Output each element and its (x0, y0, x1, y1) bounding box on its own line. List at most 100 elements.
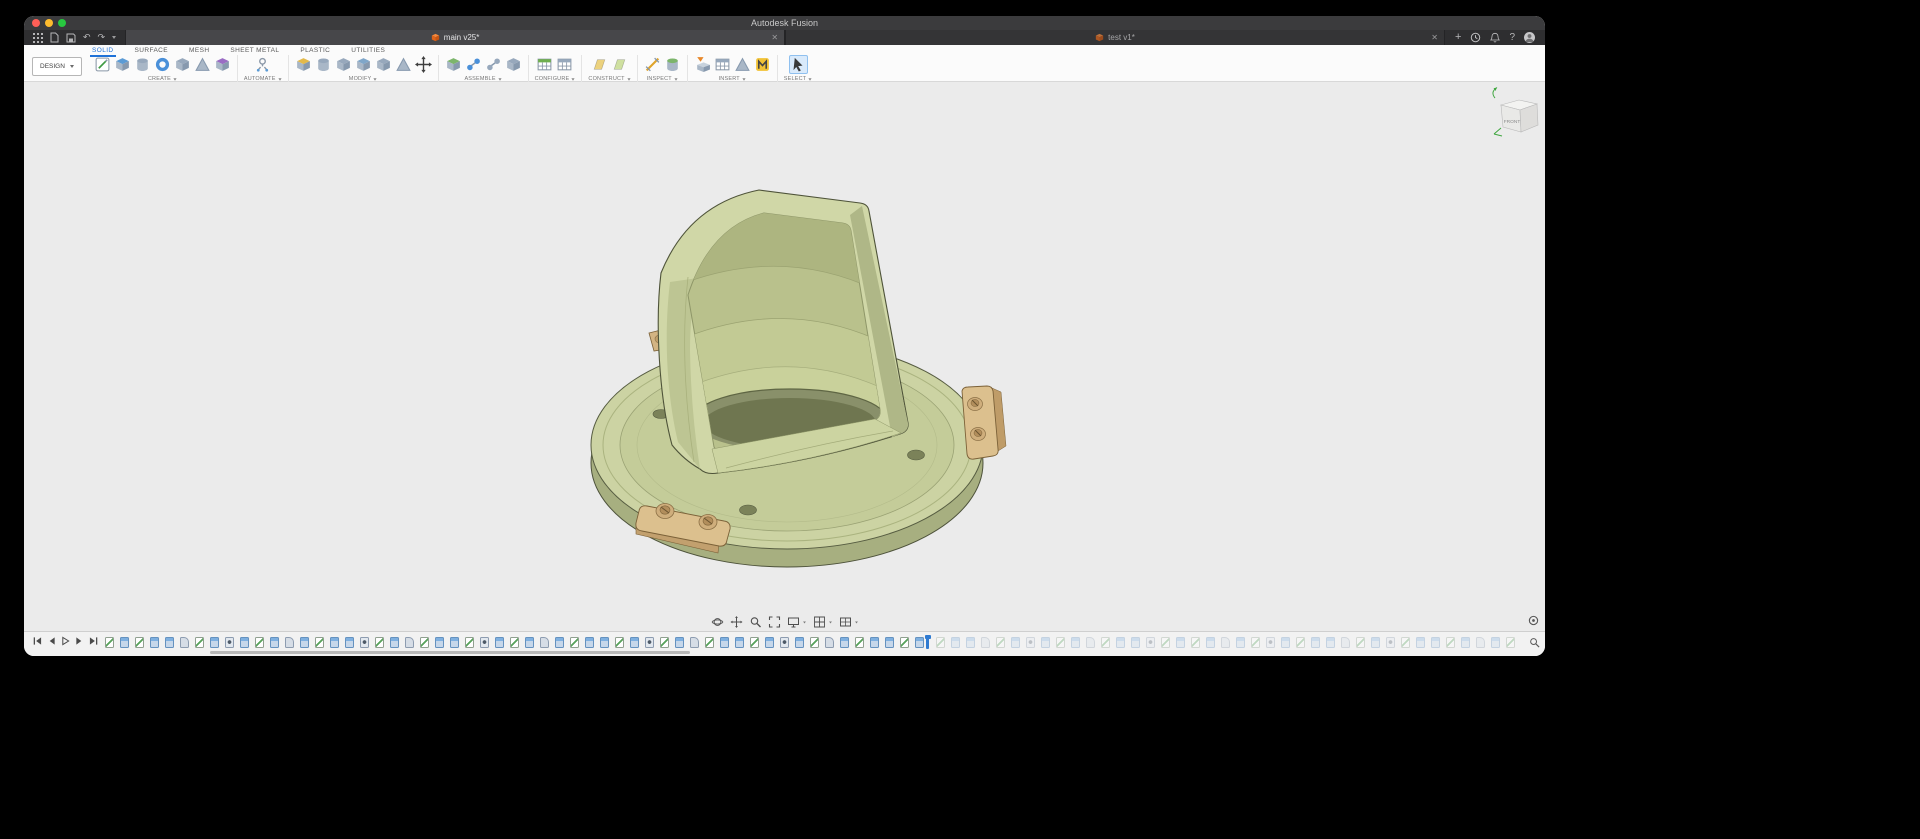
timeline-feature-sketch[interactable] (315, 637, 324, 648)
timeline-feature-hole[interactable] (780, 637, 789, 648)
timeline-feature-sketch[interactable] (855, 637, 864, 648)
timeline-feature-sketch[interactable] (420, 637, 429, 648)
primitive-box-icon[interactable] (214, 56, 231, 73)
timeline-feature-sketch[interactable] (810, 637, 819, 648)
timeline-feature-sketch[interactable] (1056, 637, 1065, 648)
timeline-feature-sketch[interactable] (510, 637, 519, 648)
create-sketch-icon[interactable] (94, 56, 111, 73)
grid-settings-caret[interactable] (829, 621, 832, 623)
timeline-feature-extrude[interactable] (1281, 637, 1290, 648)
move-icon[interactable] (415, 56, 432, 73)
timeline-feature-hole[interactable] (645, 637, 654, 648)
timeline-feature-extrude[interactable] (270, 637, 279, 648)
timeline-zoom-icon[interactable] (1529, 637, 1540, 648)
shell-icon[interactable] (335, 56, 352, 73)
ribbon-tab-solid[interactable]: SOLID (90, 46, 116, 56)
timeline-feature-extrude[interactable] (1326, 637, 1335, 648)
select-cursor-icon[interactable] (790, 56, 807, 73)
ribbon-tab-mesh[interactable]: MESH (187, 46, 211, 56)
timeline-feature-extrude[interactable] (870, 637, 879, 648)
canvas-corner-icon[interactable] (1528, 615, 1539, 626)
timeline-feature-sketch[interactable] (375, 637, 384, 648)
timeline-feature-hole[interactable] (1386, 637, 1395, 648)
timeline-feature-sketch[interactable] (1101, 637, 1110, 648)
insert-derive-icon[interactable] (694, 56, 711, 73)
timeline-step-forward-icon[interactable] (75, 636, 84, 646)
timeline-feature-extrude[interactable] (720, 637, 729, 648)
timeline-feature-sketch[interactable] (1401, 637, 1410, 648)
save-icon[interactable] (66, 33, 76, 43)
timeline-feature-sketch[interactable] (705, 637, 714, 648)
timeline-feature-sketch[interactable] (135, 637, 144, 648)
timeline-feature-extrude[interactable] (435, 637, 444, 648)
timeline-feature-sketch[interactable] (1161, 637, 1170, 648)
timeline-feature-extrude[interactable] (210, 637, 219, 648)
viewcube-front-label[interactable]: FRONT (1504, 119, 1521, 125)
timeline-feature-extrude[interactable] (1236, 637, 1245, 648)
minimize-window-button[interactable] (45, 19, 53, 27)
zoom-icon[interactable] (749, 616, 761, 628)
zoom-window-button[interactable] (58, 19, 66, 27)
timeline-feature-extrude[interactable] (450, 637, 459, 648)
split-body-icon[interactable] (395, 56, 412, 73)
display-settings-icon[interactable] (787, 616, 799, 628)
viewports-caret[interactable] (855, 621, 858, 623)
timeline-feature-extrude[interactable] (1311, 637, 1320, 648)
timeline-feature-hole[interactable] (1026, 637, 1035, 648)
timeline-play-icon[interactable] (61, 636, 70, 646)
timeline-feature-sketch[interactable] (750, 637, 759, 648)
app-grid-icon[interactable] (33, 33, 43, 43)
timeline-feature-extrude[interactable] (150, 637, 159, 648)
model-tower[interactable] (658, 190, 908, 474)
timeline-feature-extrude[interactable] (240, 637, 249, 648)
new-tab-icon[interactable]: + (1455, 32, 1461, 43)
sweep-icon[interactable] (154, 56, 171, 73)
new-component-icon[interactable] (445, 56, 462, 73)
timeline-feature-extrude[interactable] (1461, 637, 1470, 648)
timeline-feature-sketch[interactable] (1191, 637, 1200, 648)
timeline-feature-extrude[interactable] (1041, 637, 1050, 648)
press-pull-icon[interactable] (295, 56, 312, 73)
document-tab-test[interactable]: test v1* ✕ (785, 30, 1445, 45)
ribbon-tab-sheet-metal[interactable]: SHEET METAL (228, 46, 281, 56)
timeline-feature-sketch[interactable] (570, 637, 579, 648)
loft-icon[interactable] (174, 56, 191, 73)
timeline-feature-fillet[interactable] (180, 637, 189, 648)
timeline-step-back-icon[interactable] (47, 636, 56, 646)
viewport-canvas[interactable]: FRONT (24, 82, 1545, 631)
timeline-feature-extrude[interactable] (1071, 637, 1080, 648)
offset-face-icon[interactable] (375, 56, 392, 73)
undo-icon[interactable]: ↶ (83, 33, 91, 42)
timeline-feature-fillet[interactable] (981, 637, 990, 648)
timeline-feature-hole[interactable] (1146, 637, 1155, 648)
grid-settings-icon[interactable] (813, 616, 825, 628)
timeline-feature-extrude[interactable] (1131, 637, 1140, 648)
timeline-skip-start-icon[interactable] (33, 636, 42, 646)
timeline-feature-sketch[interactable] (195, 637, 204, 648)
timeline-feature-extrude[interactable] (1416, 637, 1425, 648)
timeline-feature-extrude[interactable] (735, 637, 744, 648)
timeline-feature-sketch[interactable] (1296, 637, 1305, 648)
notifications-bell-icon[interactable] (1490, 32, 1500, 43)
timeline-feature-sketch[interactable] (1251, 637, 1260, 648)
redo-dropdown-caret[interactable] (112, 36, 116, 39)
timeline-feature-extrude[interactable] (1206, 637, 1215, 648)
ribbon-tab-plastic[interactable]: PLASTIC (298, 46, 332, 56)
timeline-feature-extrude[interactable] (630, 637, 639, 648)
combine-icon[interactable] (355, 56, 372, 73)
timeline-feature-sketch[interactable] (1446, 637, 1455, 648)
pyramid-icon[interactable] (194, 56, 211, 73)
timeline-feature-sketch[interactable] (1506, 637, 1515, 648)
timeline-feature-extrude[interactable] (765, 637, 774, 648)
automate-bot-icon[interactable] (254, 56, 271, 73)
timeline-feature-extrude[interactable] (1116, 637, 1125, 648)
timeline-track[interactable] (105, 635, 1523, 649)
timeline-feature-fillet[interactable] (825, 637, 834, 648)
fit-view-icon[interactable] (768, 616, 780, 628)
timeline-feature-extrude[interactable] (165, 637, 174, 648)
joint-icon[interactable] (465, 56, 482, 73)
construct-plane-icon[interactable] (591, 56, 608, 73)
viewcube[interactable]: FRONT (1493, 88, 1538, 137)
timeline-feature-fillet[interactable] (540, 637, 549, 648)
timeline-feature-fillet[interactable] (1086, 637, 1095, 648)
